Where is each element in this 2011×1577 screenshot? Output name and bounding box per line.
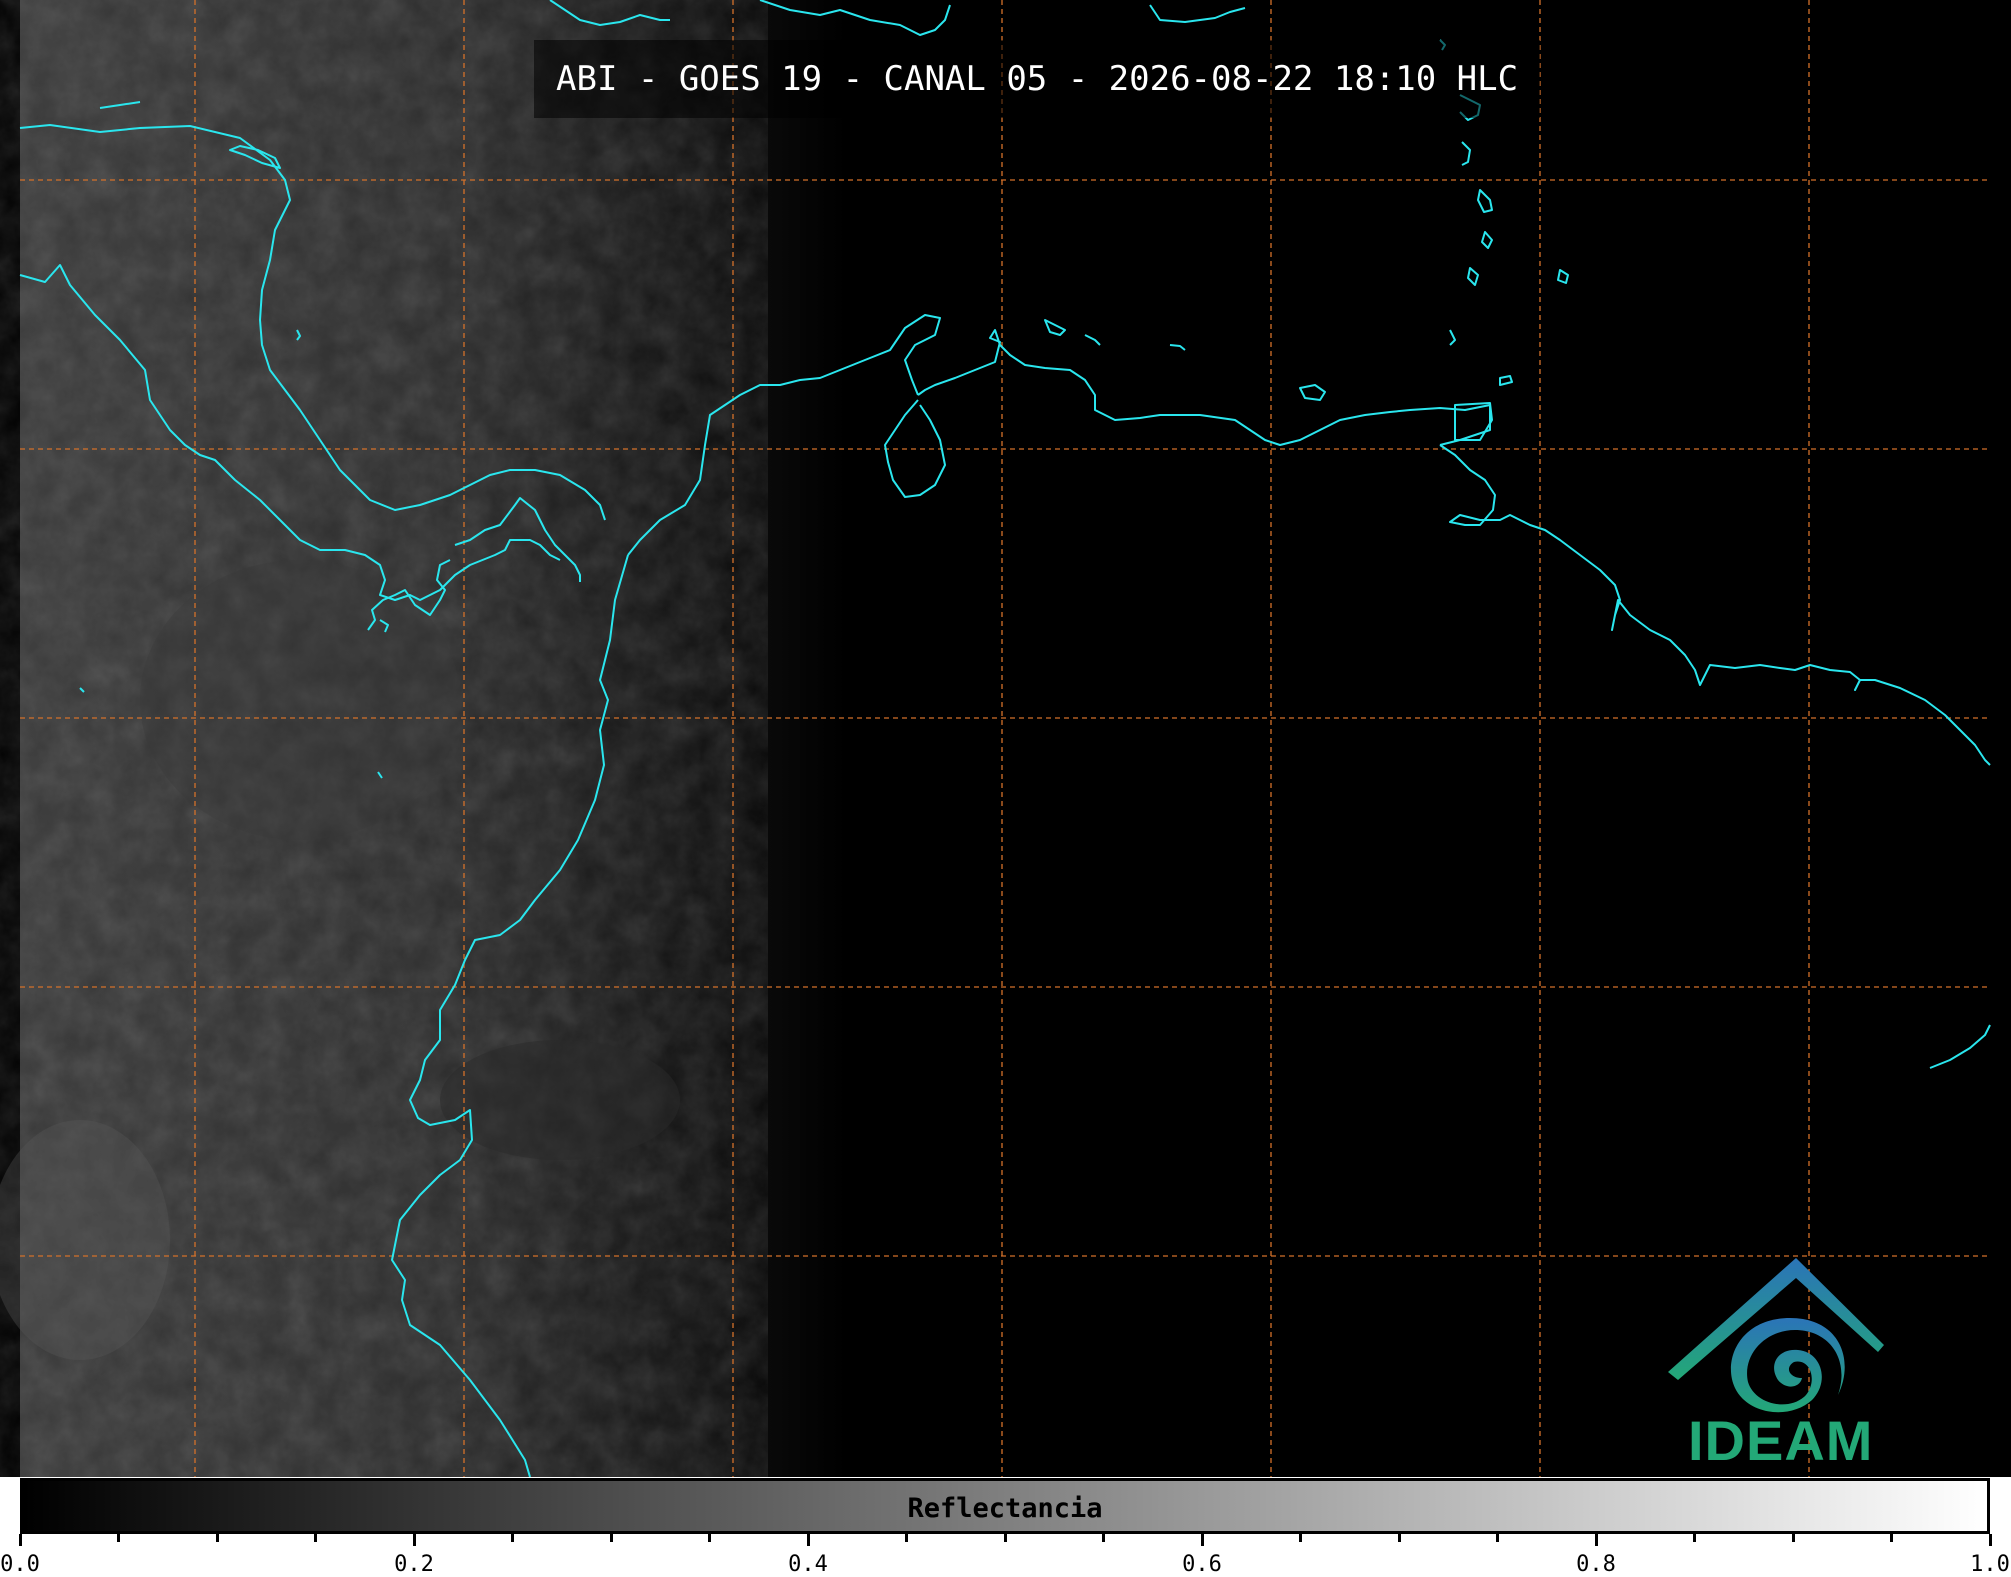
colorbar-minor-tick [905,1534,908,1542]
colorbar-minor-tick [1102,1534,1105,1542]
colorbar-major-tick [1200,1534,1204,1546]
colorbar-tick-label: 0.8 [1576,1552,1616,1577]
colorbar-minor-tick [215,1534,219,1542]
colorbar: Reflectancia [20,1478,1990,1534]
colorbar-tick-label: 0.6 [1182,1552,1222,1577]
colorbar-minor-tick [117,1534,120,1542]
colorbar-major-tick [1988,1534,1992,1546]
colorbar-tick-label: 0.4 [788,1552,828,1577]
colorbar-minor-tick [609,1534,613,1542]
colorbar-minor-tick [1003,1534,1007,1542]
colorbar-minor-tick [1299,1534,1302,1542]
colorbar-minor-tick [708,1534,711,1542]
colorbar-tick-label: 1.0 [1970,1552,2010,1577]
ideam-logo-text: IDEAM [1688,1409,1874,1472]
satellite-map [0,0,2011,1477]
colorbar-minor-tick [314,1534,317,1542]
cloud-patch [440,1040,680,1160]
colorbar-major-tick [1594,1534,1598,1546]
colorbar-major-tick [18,1534,22,1546]
colorbar-label: Reflectancia [907,1493,1103,1524]
colorbar-tick-label: 0.2 [394,1552,434,1577]
colorbar-minor-tick [1693,1534,1696,1542]
colorbar-tick-label: 0.0 [0,1552,40,1577]
colorbar-minor-tick [1890,1534,1893,1542]
map-title: ABI - GOES 19 - CANAL 05 - 2026-08-22 18… [534,40,1541,118]
colorbar-major-tick [806,1534,810,1546]
colorbar-minor-tick [1791,1534,1795,1542]
colorbar-minor-tick [511,1534,514,1542]
colorbar-minor-tick [1496,1534,1499,1542]
colorbar-major-tick [412,1534,416,1546]
colorbar-minor-tick [1397,1534,1401,1542]
